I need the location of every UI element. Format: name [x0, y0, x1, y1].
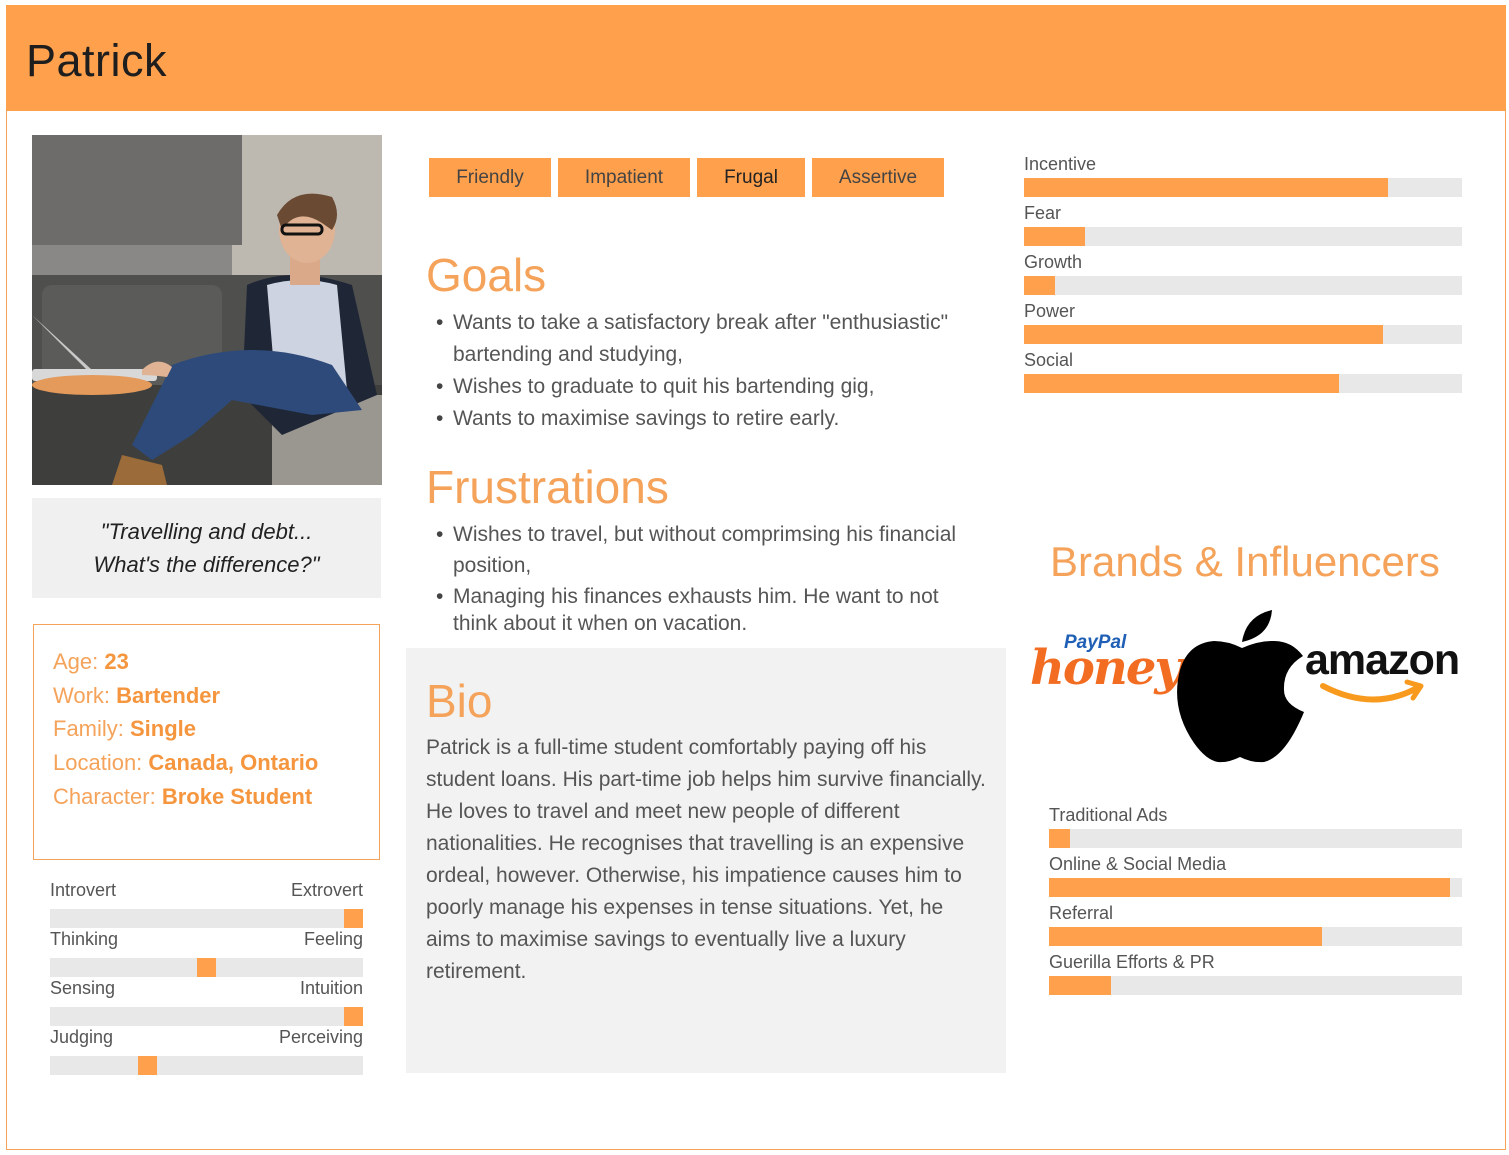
brands-title: Brands & Influencers: [1050, 538, 1440, 585]
profile-location-value: Canada, Ontario: [148, 750, 319, 776]
bar-label: Fear: [1024, 203, 1062, 223]
frustrations-title: Frustrations: [426, 461, 669, 513]
bar-label: Social: [1024, 350, 1074, 370]
honey-logo-word: honey: [1030, 640, 1182, 696]
profile-age: Age: 23: [53, 645, 360, 679]
bar-fill: [1049, 927, 1322, 946]
profile-work: Work: Bartender: [53, 679, 360, 713]
scale-marker: [344, 909, 363, 928]
bar-label: Online & Social Media: [1049, 854, 1227, 874]
tag-friendly: Friendly: [429, 158, 551, 197]
scale-left-label: Judging: [50, 1027, 114, 1047]
persona-quote: "Travelling and debt... What's the diffe…: [32, 498, 381, 598]
honey-logo: PayPal honey: [1030, 632, 1182, 704]
bar-fill: [1024, 227, 1086, 246]
bar-label: Growth: [1024, 252, 1083, 272]
scale-right-label: Perceiving: [278, 1027, 363, 1047]
bar-track: [1049, 878, 1462, 897]
profile-family-value: Single: [130, 716, 197, 742]
profile-info-box: Age: 23 Work: Bartender Family: Single L…: [33, 624, 380, 860]
bar-fill: [1024, 325, 1384, 344]
bar-fill: [1049, 878, 1450, 897]
bar-track: [1049, 976, 1462, 995]
goal-item: Wants to maximise savings to retire earl…: [436, 403, 976, 435]
scale-right-label: Feeling: [303, 929, 363, 949]
frustrations-list: Wishes to travel, but without comprimsin…: [436, 519, 984, 637]
header-bar: Patrick: [6, 5, 1506, 111]
persona-photo-illustration: [32, 135, 382, 485]
apple-logo: [1176, 608, 1306, 766]
profile-location-label: Location:: [53, 750, 149, 776]
bar-track: [1049, 927, 1462, 946]
scale-marker: [197, 958, 216, 977]
bar-label: Referral: [1049, 903, 1114, 923]
tag-assertive: Assertive: [812, 158, 944, 197]
personality-tags: Friendly Impatient Frugal Assertive: [429, 158, 951, 197]
bar-track: [1024, 276, 1462, 295]
bar-track: [1024, 325, 1462, 344]
scale-track: [50, 1056, 363, 1075]
bar-track: [1024, 374, 1462, 393]
scale-right-label: Intuition: [299, 978, 363, 998]
profile-family: Family: Single: [53, 712, 360, 746]
bar-fill: [1024, 178, 1388, 197]
quote-line-1: "Travelling and debt...: [100, 519, 313, 544]
profile-age-value: 23: [104, 649, 129, 674]
apple-logo-shape: [1177, 610, 1304, 763]
scale-left-label: Thinking: [50, 929, 119, 949]
frustration-item: Wishes to travel, but without comprimsin…: [436, 519, 984, 581]
bar-label: Incentive: [1024, 154, 1097, 174]
scale-track: [50, 958, 363, 977]
scale-left-label: Introvert: [50, 880, 117, 900]
persona-photo: [32, 135, 382, 485]
persona-name: Patrick: [26, 35, 168, 86]
bar-fill: [1049, 829, 1070, 848]
bar-label: Guerilla Efforts & PR: [1049, 952, 1215, 972]
bar-track: [1024, 178, 1462, 197]
bio-panel: Bio Patrick is a full-time student comfo…: [406, 648, 1006, 1073]
profile-character-value: Broke Student: [161, 783, 313, 809]
profile-character-label: Character:: [53, 783, 162, 809]
scale-marker: [138, 1056, 158, 1075]
personality-scales: Introvert Extrovert Thinking Feeling Sen…: [50, 880, 363, 1076]
personality-scale: Introvert Extrovert: [50, 880, 363, 929]
scale-track: [50, 1007, 363, 1026]
profile-character: Character: Broke Student: [53, 780, 360, 814]
amazon-logo: amazon: [1305, 636, 1483, 708]
bar-fill: [1024, 374, 1340, 393]
personality-scale: Thinking Feeling: [50, 929, 363, 978]
scale-right-label: Extrovert: [290, 880, 363, 900]
goals-list: Wants to take a satisfactory break after…: [436, 307, 976, 435]
bar-fill: [1049, 976, 1111, 995]
frustration-item: Managing his finances exhausts him. He w…: [436, 583, 984, 637]
scale-track: [50, 909, 363, 928]
scale-marker: [344, 1007, 363, 1026]
bio-title: Bio: [426, 675, 493, 727]
quote-line-2: What's the difference?": [93, 552, 320, 577]
profile-family-label: Family:: [53, 716, 130, 742]
personality-scale: Judging Perceiving: [50, 1027, 363, 1076]
bar-track: [1024, 227, 1462, 246]
profile-age-label: Age:: [53, 649, 105, 674]
bar-track: [1049, 829, 1462, 848]
tag-impatient: Impatient: [558, 158, 690, 197]
goal-item: Wants to take a satisfactory break after…: [436, 307, 976, 371]
bar-label: Traditional Ads: [1049, 805, 1168, 825]
bio-text: Patrick is a full-time student comfortab…: [426, 736, 986, 983]
personality-scale: Sensing Intuition: [50, 978, 363, 1027]
bar-label: Power: [1024, 301, 1076, 321]
profile-work-value: Bartender: [116, 682, 221, 708]
goals-title: Goals: [426, 249, 547, 301]
profile-location: Location: Canada, Ontario: [53, 746, 360, 780]
tag-frugal: Frugal: [697, 158, 805, 197]
bar-fill: [1024, 276, 1055, 295]
profile-work-label: Work:: [53, 682, 117, 708]
goal-item: Wishes to graduate to quit his bartendin…: [436, 371, 976, 403]
scale-left-label: Sensing: [50, 978, 116, 998]
amazon-smile-icon: [1320, 679, 1424, 703]
